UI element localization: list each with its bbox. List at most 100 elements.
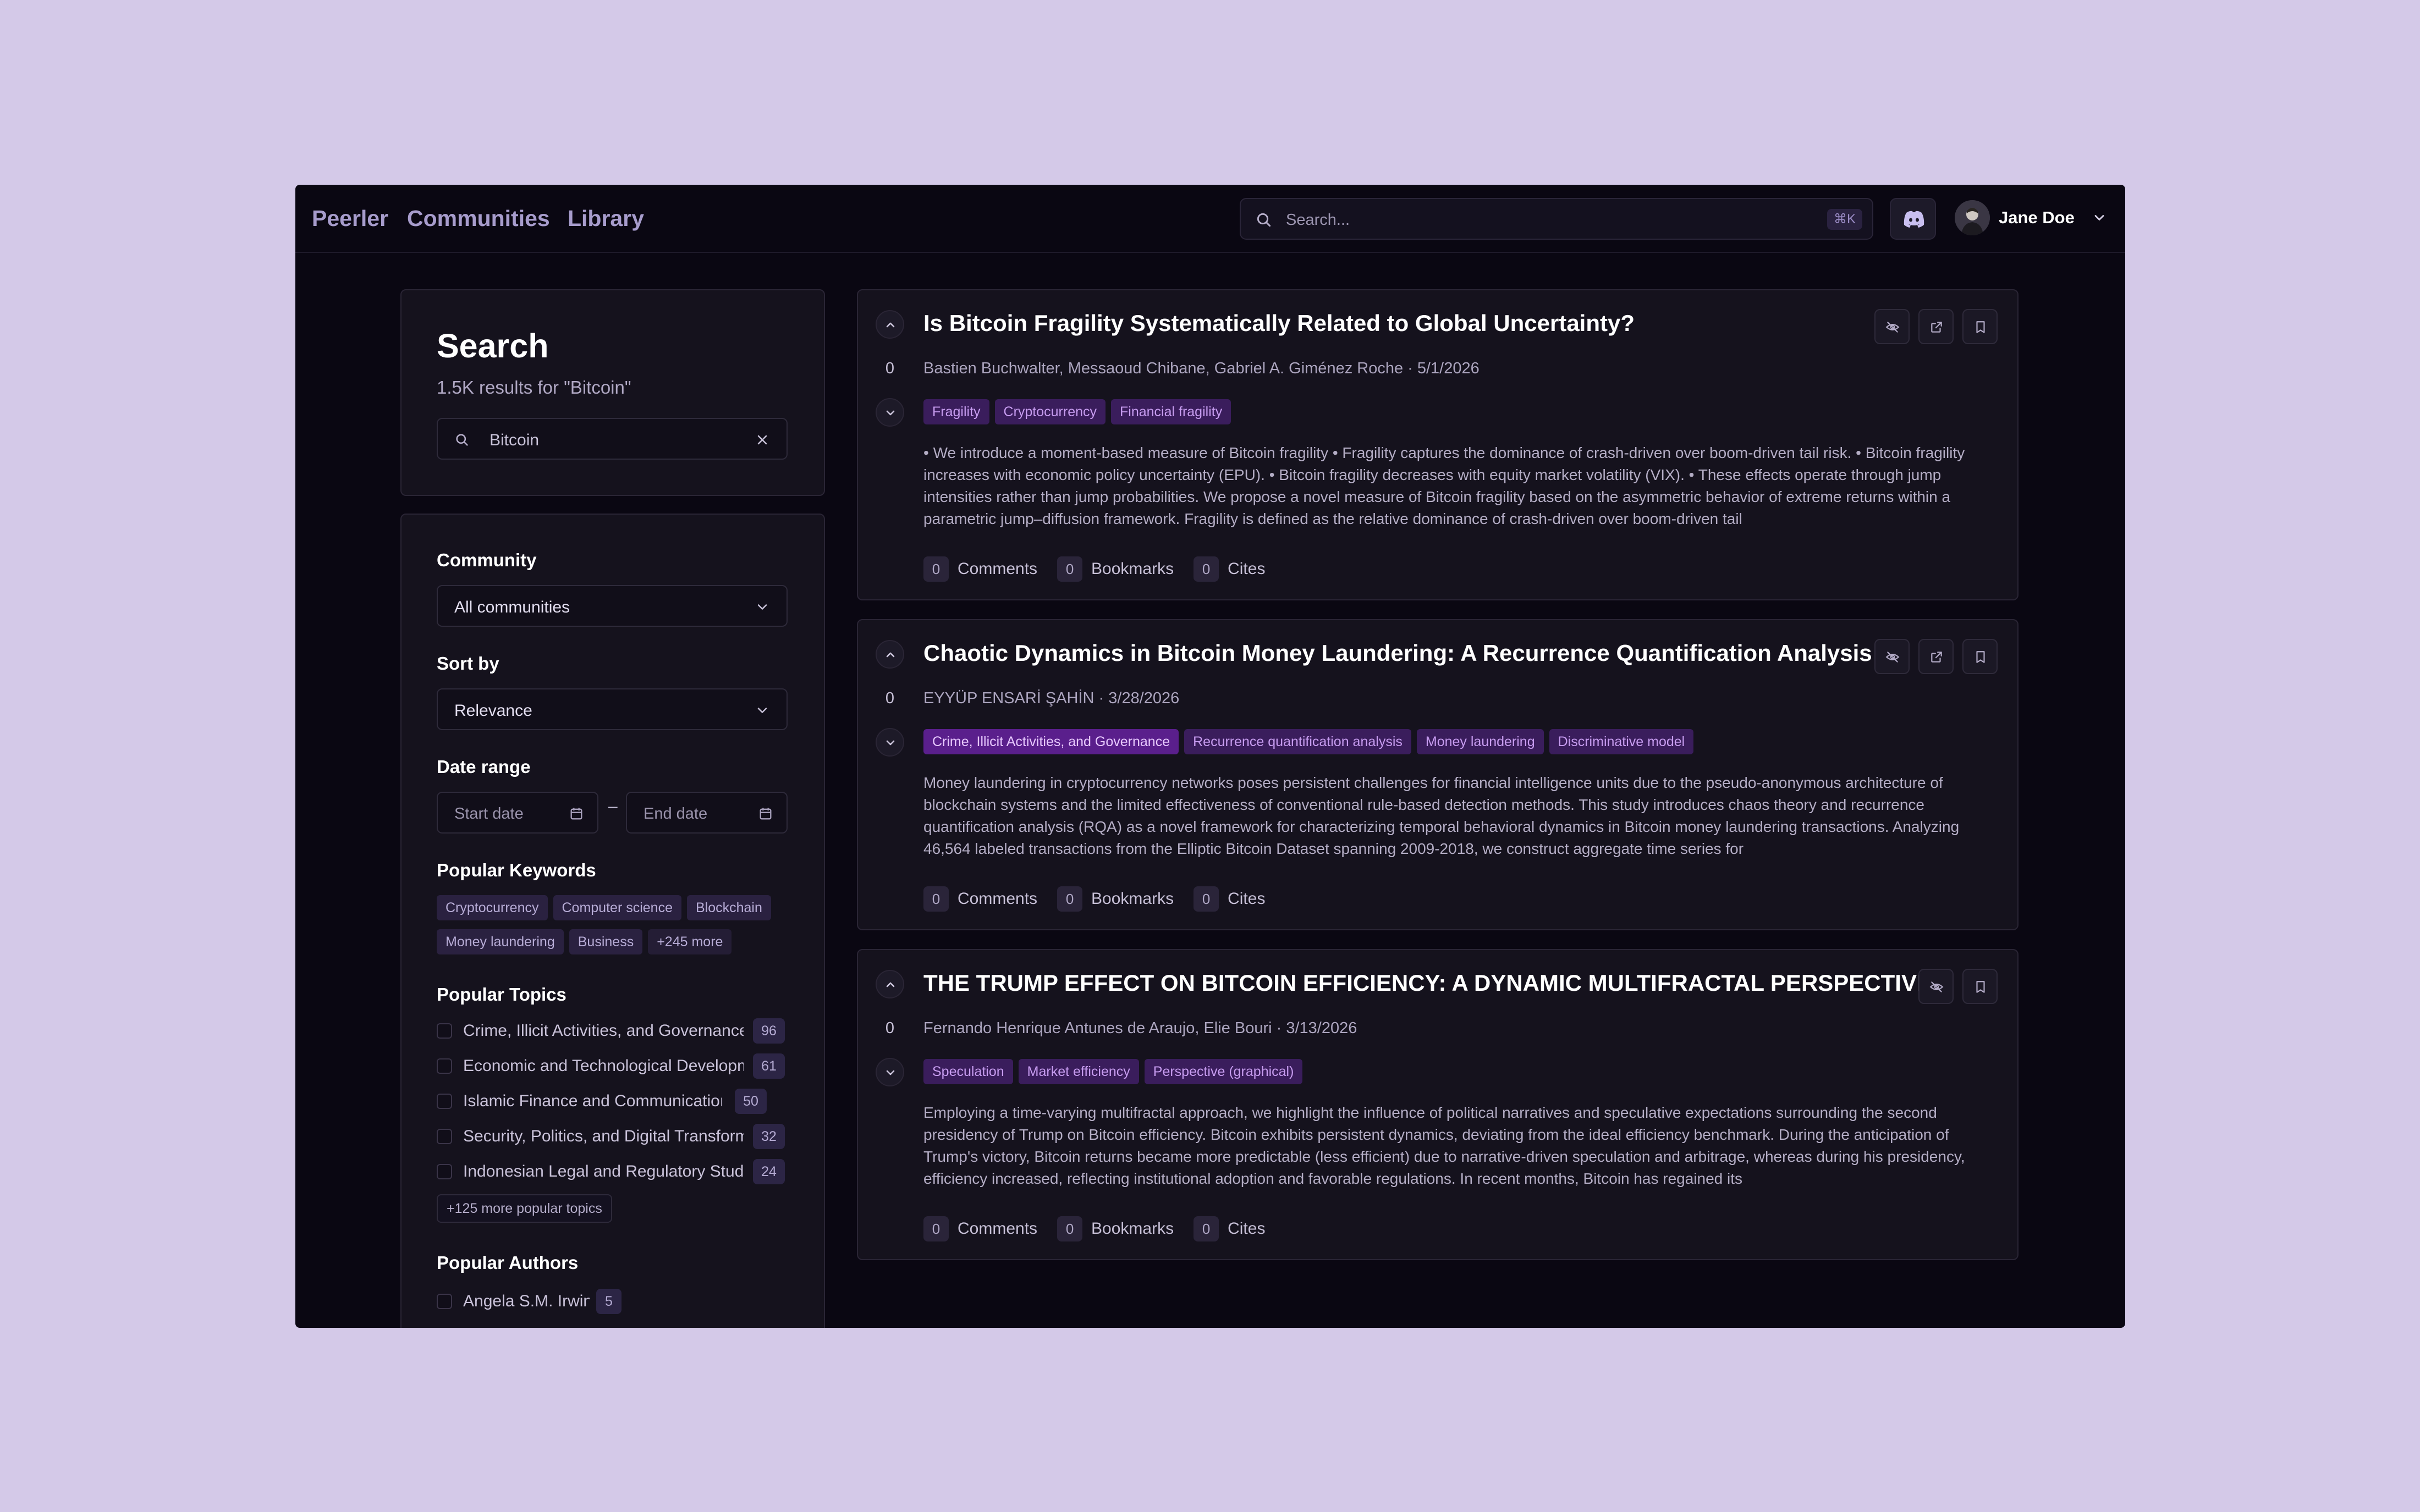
user-name[interactable]: Jane Doe [1999, 208, 2075, 228]
tag-chip[interactable]: Speculation [923, 1059, 1013, 1084]
keyword-chip[interactable]: Money laundering [437, 929, 564, 954]
keyword-chip[interactable]: Computer science [553, 895, 681, 920]
bookmark-button[interactable] [1962, 639, 1998, 674]
brand-link[interactable]: Peerler [312, 206, 388, 231]
chevron-down-icon[interactable] [2092, 210, 2107, 225]
result-stats: 0 Comments 0 Bookmarks 0 Cites [923, 1216, 1285, 1243]
result-stats: 0 Comments 0 Bookmarks 0 Cites [923, 886, 1285, 913]
comments-label: Comments [958, 890, 1038, 908]
upvote-button[interactable] [876, 310, 904, 339]
tag-chip[interactable]: Cryptocurrency [994, 399, 1106, 424]
comments-count: 0 [923, 1216, 949, 1241]
topics-label: Popular Topics [437, 984, 566, 1005]
topic-tag-chip[interactable]: Crime, Illicit Activities, and Governanc… [923, 729, 1179, 754]
vote-count: 0 [885, 1019, 895, 1037]
hide-button[interactable] [1918, 969, 1954, 1004]
filter-panel: Community All communities Sort by Releva… [400, 514, 825, 1328]
user-avatar[interactable] [1955, 200, 1990, 235]
author-checkbox[interactable] [437, 1294, 452, 1309]
result-title[interactable]: THE TRUMP EFFECT ON BITCOIN EFFICIENCY: … [923, 970, 1932, 996]
upvote-button[interactable] [876, 970, 904, 998]
topic-checkbox[interactable] [437, 1023, 452, 1039]
hide-button[interactable] [1874, 639, 1910, 674]
bookmarks-stat[interactable]: 0 Bookmarks [1057, 1216, 1174, 1241]
topic-checkbox[interactable] [437, 1164, 452, 1179]
topic-count: 32 [753, 1124, 785, 1149]
open-external-button[interactable] [1918, 639, 1954, 674]
keyword-chip[interactable]: Business [569, 929, 643, 954]
search-icon [1257, 213, 1271, 227]
keyword-chip[interactable]: Blockchain [686, 895, 771, 920]
bookmarks-label: Bookmarks [1091, 560, 1174, 578]
cites-stat[interactable]: 0 Cites [1194, 556, 1265, 582]
downvote-button[interactable] [876, 728, 904, 757]
community-select[interactable]: All communities [437, 585, 788, 627]
topic-checkbox[interactable] [437, 1129, 452, 1144]
community-label: Community [437, 550, 537, 570]
result-title[interactable]: Is Bitcoin Fragility Systematically Rela… [923, 310, 1635, 336]
external-link-icon [1931, 652, 1942, 663]
topic-filter-row[interactable]: Economic and Technological Development 6… [437, 1052, 800, 1080]
topic-count: 61 [753, 1053, 785, 1079]
discord-button[interactable] [1890, 198, 1936, 240]
topic-label: Crime, Illicit Activities, and Governanc… [463, 1022, 744, 1040]
card-actions [1866, 639, 1998, 674]
open-external-button[interactable] [1918, 309, 1954, 344]
topic-label: Islamic Finance and Communication [463, 1092, 722, 1110]
author-filter-row[interactable]: Angela S.M. Irwin 5 [437, 1288, 800, 1315]
nav-communities[interactable]: Communities [407, 206, 550, 231]
result-title[interactable]: Chaotic Dynamics in Bitcoin Money Launde… [923, 640, 1872, 666]
end-date-input[interactable]: End date [626, 792, 788, 834]
bookmarks-stat[interactable]: 0 Bookmarks [1057, 556, 1174, 582]
keyword-chip[interactable]: Cryptocurrency [437, 895, 548, 920]
result-card[interactable]: 0 Chaotic Dynamics in Bitcoin Money Laun… [857, 619, 2019, 930]
page-title: Search [437, 327, 549, 365]
topic-filter-row[interactable]: Indonesian Legal and Regulatory Studies … [437, 1158, 800, 1185]
tag-chip[interactable]: Market efficiency [1018, 1059, 1139, 1084]
cites-stat[interactable]: 0 Cites [1194, 1216, 1265, 1241]
topic-filter-row[interactable]: Islamic Finance and Communication 50 [437, 1088, 800, 1115]
bookmark-button[interactable] [1962, 969, 1998, 1004]
result-authors-date: Bastien Buchwalter, Messaoud Chibane, Ga… [923, 360, 1480, 377]
tag-chip[interactable]: Perspective (graphical) [1144, 1059, 1303, 1084]
tag-chip[interactable]: Money laundering [1416, 729, 1544, 754]
start-date-input[interactable]: Start date [437, 792, 598, 834]
bookmarks-stat[interactable]: 0 Bookmarks [1057, 886, 1174, 912]
downvote-button[interactable] [876, 1058, 904, 1086]
result-abstract: • We introduce a moment-based measure of… [923, 444, 1965, 527]
clear-icon[interactable] [755, 432, 770, 448]
topic-checkbox[interactable] [437, 1058, 452, 1074]
tag-chip[interactable]: Fragility [923, 399, 989, 424]
downvote-button[interactable] [876, 398, 904, 427]
cites-label: Cites [1228, 1219, 1266, 1238]
tag-chip[interactable]: Financial fragility [1111, 399, 1231, 424]
query-input[interactable]: Bitcoin [437, 418, 788, 460]
topic-filter-row[interactable]: Crime, Illicit Activities, and Governanc… [437, 1017, 800, 1045]
tag-chip[interactable]: Recurrence quantification analysis [1184, 729, 1411, 754]
community-value: All communities [454, 598, 570, 616]
vote-count: 0 [885, 360, 895, 377]
topic-checkbox[interactable] [437, 1094, 452, 1109]
sort-label: Sort by [437, 653, 499, 674]
sort-select[interactable]: Relevance [437, 688, 788, 730]
author-count: 5 [596, 1289, 622, 1314]
cites-label: Cites [1228, 560, 1266, 578]
topic-filter-row[interactable]: Security, Politics, and Digital Transfor… [437, 1123, 800, 1150]
result-card[interactable]: 0 Is Bitcoin Fragility Systematically Re… [857, 289, 2019, 600]
result-card[interactable]: 0 THE TRUMP EFFECT ON BITCOIN EFFICIENCY… [857, 949, 2019, 1260]
upvote-button[interactable] [876, 640, 904, 669]
hide-button[interactable] [1874, 309, 1910, 344]
comments-stat[interactable]: 0 Comments [923, 556, 1037, 582]
bookmark-button[interactable] [1962, 309, 1998, 344]
cites-stat[interactable]: 0 Cites [1194, 886, 1265, 912]
global-search-input[interactable]: Search... ⌘K [1240, 198, 1873, 240]
comments-stat[interactable]: 0 Comments [923, 1216, 1037, 1241]
more-keywords-chip[interactable]: +245 more [648, 929, 732, 954]
chevron-up-icon [886, 652, 895, 658]
chevron-down-icon [886, 740, 895, 746]
comments-label: Comments [958, 560, 1038, 578]
nav-library[interactable]: Library [568, 206, 644, 231]
tag-chip[interactable]: Discriminative model [1549, 729, 1694, 754]
comments-stat[interactable]: 0 Comments [923, 886, 1037, 912]
more-topics-button[interactable]: +125 more popular topics [437, 1194, 612, 1223]
